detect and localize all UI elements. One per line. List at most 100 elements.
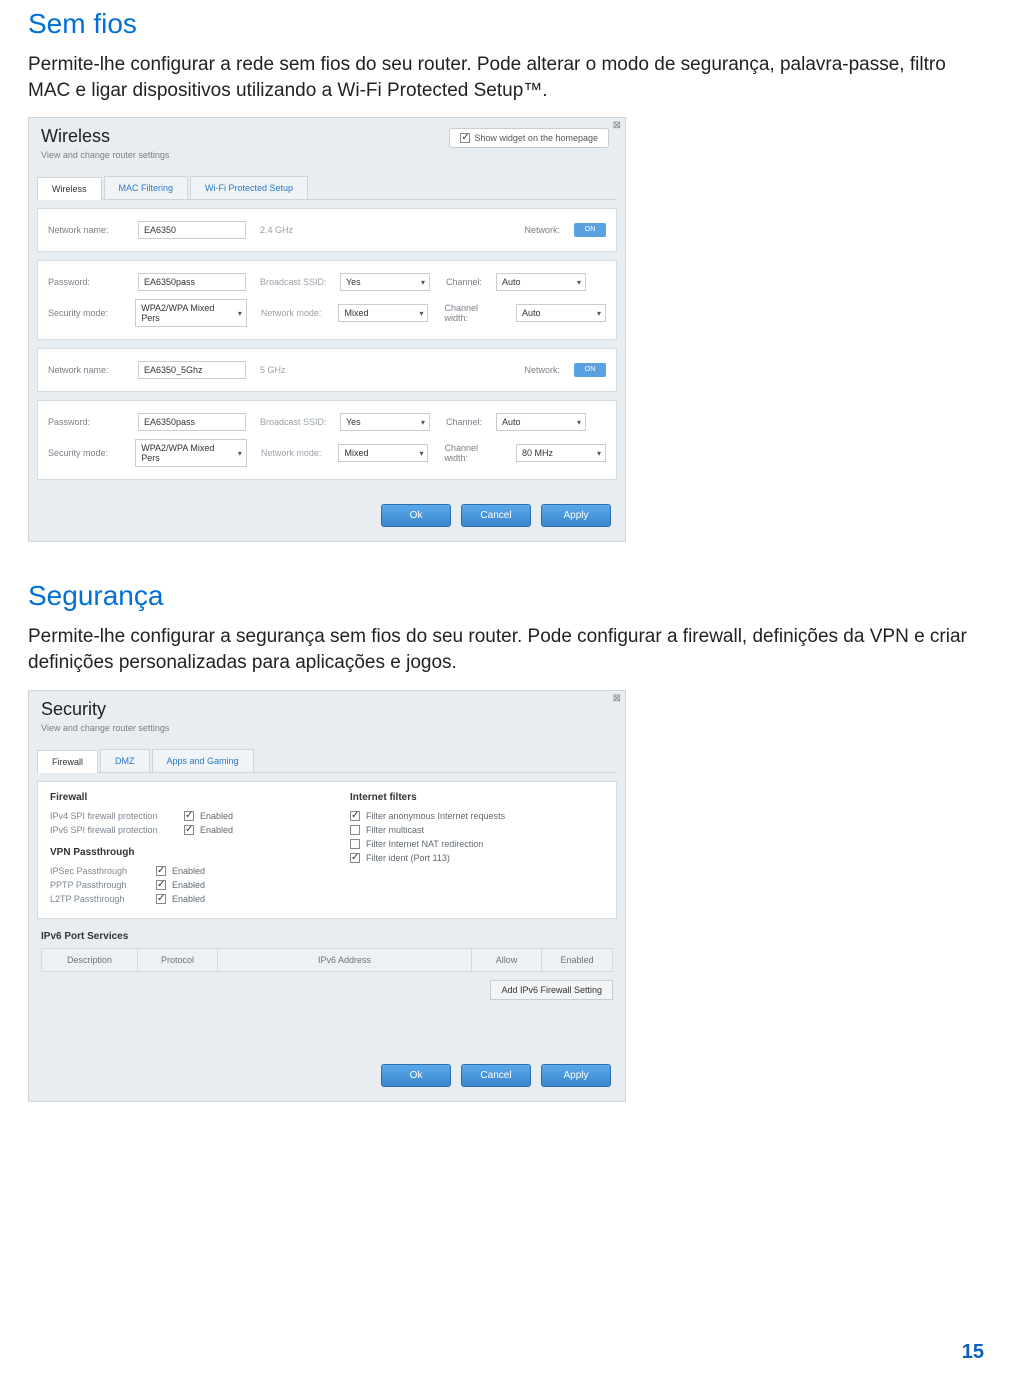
channel-label-5: Channel: [446, 417, 482, 427]
band-5-block: Network name: EA6350_5Ghz 5 GHz Network:… [37, 348, 617, 392]
tab-wps[interactable]: Wi-Fi Protected Setup [190, 176, 308, 199]
band-5-details: Password: EA6350pass Broadcast SSID: Yes… [37, 400, 617, 480]
security-panel: ⊠ Security View and change router settin… [28, 690, 626, 1102]
network-name-input-5[interactable]: EA6350_5Ghz [138, 361, 246, 379]
filter-nat-label: Filter Internet NAT redirection [366, 839, 483, 849]
password-input[interactable]: EA6350pass [138, 273, 246, 291]
enabled-label: Enabled [172, 880, 205, 890]
ipv6-table-header: Description Protocol IPv6 Address Allow … [41, 948, 613, 972]
ok-button[interactable]: Ok [381, 504, 451, 527]
pptp-label: PPTP Passthrough [50, 880, 150, 890]
broadcast-ssid-label-5: Broadcast SSID: [260, 417, 332, 427]
ipv4-spi-label: IPv4 SPI firewall protection [50, 811, 178, 821]
pptp-checkbox[interactable] [156, 880, 166, 890]
firewall-heading: Firewall [50, 792, 310, 803]
filter-anon-label: Filter anonymous Internet requests [366, 811, 505, 821]
enabled-label: Enabled [200, 811, 233, 821]
wireless-panel: ⊠ Wireless View and change router settin… [28, 117, 626, 542]
broadcast-ssid-select-5[interactable]: Yes▾ [340, 413, 430, 431]
desc-sem-fios: Permite-lhe configurar a rede sem fios d… [28, 52, 984, 103]
col-description: Description [42, 949, 138, 971]
channel-select[interactable]: Auto▾ [496, 273, 586, 291]
ipv6-spi-label: IPv6 SPI firewall protection [50, 825, 178, 835]
filter-anon-checkbox[interactable] [350, 811, 360, 821]
tab-apps-gaming[interactable]: Apps and Gaming [152, 749, 254, 772]
channel-width-label: Channel width: [444, 303, 502, 323]
close-icon[interactable]: ⊠ [613, 693, 621, 704]
col-enabled: Enabled [542, 949, 612, 971]
add-ipv6-firewall-button[interactable]: Add IPv6 Firewall Setting [490, 980, 613, 1000]
internet-filters-heading: Internet filters [350, 792, 505, 803]
tab-wireless[interactable]: Wireless [37, 177, 102, 200]
security-footer-buttons: Ok Cancel Apply [29, 1052, 625, 1091]
band-5-label: 5 GHz [260, 365, 332, 375]
band-24-details: Password: EA6350pass Broadcast SSID: Yes… [37, 260, 617, 340]
col-ipv6-address: IPv6 Address [218, 949, 472, 971]
col-protocol: Protocol [138, 949, 218, 971]
tab-dmz[interactable]: DMZ [100, 749, 150, 772]
security-panel-subtitle: View and change router settings [41, 723, 613, 733]
channel-select-5[interactable]: Auto▾ [496, 413, 586, 431]
network-name-label: Network name: [48, 225, 130, 235]
heading-sem-fios: Sem fios [28, 8, 984, 40]
channel-width-select[interactable]: Auto▾ [516, 304, 606, 322]
band-24-block: Network name: EA6350 2.4 GHz Network: ON [37, 208, 617, 252]
show-widget-checkbox[interactable]: Show widget on the homepage [449, 128, 609, 148]
cancel-button[interactable]: Cancel [461, 1064, 531, 1087]
channel-label: Channel: [446, 277, 482, 287]
enabled-label: Enabled [172, 894, 205, 904]
filter-ident-checkbox[interactable] [350, 853, 360, 863]
apply-button[interactable]: Apply [541, 1064, 611, 1087]
wireless-tabs: Wireless MAC Filtering Wi-Fi Protected S… [37, 176, 617, 200]
band-24-label: 2.4 GHz [260, 225, 332, 235]
ipsec-checkbox[interactable] [156, 866, 166, 876]
enabled-label: Enabled [200, 825, 233, 835]
filter-nat-checkbox[interactable] [350, 839, 360, 849]
filter-ident-label: Filter ident (Port 113) [366, 853, 450, 863]
security-tabs: Firewall DMZ Apps and Gaming [37, 749, 617, 773]
password-input-5[interactable]: EA6350pass [138, 413, 246, 431]
network-toggle-5[interactable]: ON [574, 363, 606, 377]
security-mode-label-5: Security mode: [48, 448, 127, 458]
ok-button[interactable]: Ok [381, 1064, 451, 1087]
channel-width-select-5[interactable]: 80 MHz▾ [516, 444, 606, 462]
close-icon[interactable]: ⊠ [613, 120, 621, 131]
network-mode-label-5: Network mode: [261, 448, 331, 458]
security-mode-select[interactable]: WPA2/WPA Mixed Pers▾ [135, 299, 247, 327]
security-mode-select-5[interactable]: WPA2/WPA Mixed Pers▾ [135, 439, 247, 467]
heading-seguranca: Segurança [28, 580, 984, 612]
security-mode-label: Security mode: [48, 308, 127, 318]
broadcast-ssid-select[interactable]: Yes▾ [340, 273, 430, 291]
security-columns: Firewall IPv4 SPI firewall protection En… [37, 781, 617, 919]
ipsec-label: IPSec Passthrough [50, 866, 150, 876]
page-number: 15 [962, 1341, 984, 1364]
panel-subtitle: View and change router settings [41, 150, 613, 160]
network-toggle[interactable]: ON [574, 223, 606, 237]
network-mode-select[interactable]: Mixed▾ [338, 304, 428, 322]
apply-button[interactable]: Apply [541, 504, 611, 527]
password-label: Password: [48, 277, 130, 287]
security-panel-title: Security [41, 699, 613, 720]
cancel-button[interactable]: Cancel [461, 504, 531, 527]
network-name-label-5: Network name: [48, 365, 130, 375]
tab-firewall[interactable]: Firewall [37, 750, 98, 773]
vpn-heading: VPN Passthrough [50, 847, 310, 858]
password-label-5: Password: [48, 417, 130, 427]
channel-width-label-5: Channel width: [444, 443, 502, 463]
l2tp-checkbox[interactable] [156, 894, 166, 904]
network-mode-select-5[interactable]: Mixed▾ [338, 444, 428, 462]
network-toggle-label-5: Network: [524, 365, 560, 375]
broadcast-ssid-label: Broadcast SSID: [260, 277, 332, 287]
network-toggle-label: Network: [524, 225, 560, 235]
show-widget-label: Show widget on the homepage [474, 133, 598, 143]
filter-multicast-label: Filter multicast [366, 825, 424, 835]
filter-multicast-checkbox[interactable] [350, 825, 360, 835]
col-allow: Allow [472, 949, 542, 971]
ipv6-spi-checkbox[interactable] [184, 825, 194, 835]
ipv6-port-services-heading: IPv6 Port Services [41, 931, 613, 942]
tab-mac-filtering[interactable]: MAC Filtering [104, 176, 189, 199]
l2tp-label: L2TP Passthrough [50, 894, 150, 904]
ipv4-spi-checkbox[interactable] [184, 811, 194, 821]
checkbox-icon [460, 133, 470, 143]
network-name-input[interactable]: EA6350 [138, 221, 246, 239]
